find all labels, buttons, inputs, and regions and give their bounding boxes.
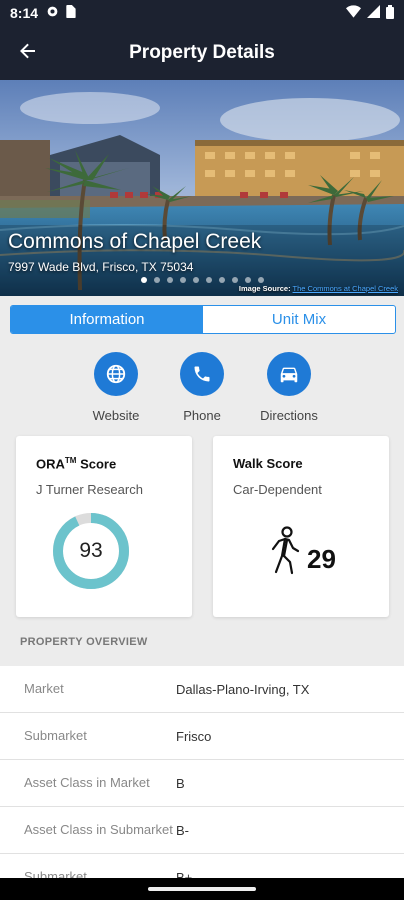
section-title-overview: PROPERTY OVERVIEW xyxy=(20,636,148,648)
battery-icon xyxy=(386,4,394,22)
status-time: 8:14 xyxy=(10,5,39,21)
signal-icon xyxy=(367,5,380,21)
row-value: Dallas-Plano-Irving, TX xyxy=(176,681,310,697)
property-name: Commons of Chapel Creek xyxy=(8,230,262,253)
directions-button[interactable]: Directions xyxy=(244,352,334,423)
status-bar: 8:14 xyxy=(0,0,404,26)
website-button[interactable]: Website xyxy=(71,352,161,423)
arrow-left-icon xyxy=(19,42,37,65)
ora-score-title: ORATM Score xyxy=(36,456,116,471)
page-title: Property Details xyxy=(129,42,275,63)
walk-score-title: Walk Score xyxy=(233,456,303,471)
row-key: Market xyxy=(24,681,64,696)
walk-score-category: Car-Dependent xyxy=(233,482,322,497)
gear-icon xyxy=(46,5,59,21)
carousel-dot[interactable] xyxy=(166,277,173,283)
walk-score-card[interactable]: Walk Score Car-Dependent 29 xyxy=(213,436,389,617)
tab-unit-mix[interactable]: Unit Mix xyxy=(203,306,395,333)
website-label: Website xyxy=(92,408,140,423)
row-value: B- xyxy=(176,822,189,838)
phone-button[interactable]: Phone xyxy=(157,352,247,423)
car-icon xyxy=(267,352,311,396)
phone-icon xyxy=(180,352,224,396)
phone-label: Phone xyxy=(183,408,221,423)
carousel-dot[interactable] xyxy=(244,277,251,283)
table-row: Submarket Frisco xyxy=(0,713,404,760)
segmented-tabs: Information Unit Mix xyxy=(10,305,396,334)
back-button[interactable] xyxy=(14,39,42,67)
property-address: 7997 Wade Blvd, Frisco, TX 75034 xyxy=(8,260,194,274)
home-gesture-handle[interactable] xyxy=(148,887,256,891)
directions-label: Directions xyxy=(260,408,318,423)
carousel-dot[interactable] xyxy=(153,277,160,283)
system-nav-bar xyxy=(0,878,404,900)
row-key: Submarket xyxy=(24,728,87,743)
ora-score-card[interactable]: ORATM Score J Turner Research 93 xyxy=(16,436,192,617)
globe-icon xyxy=(94,352,138,396)
table-row: Market Dallas-Plano-Irving, TX xyxy=(0,666,404,713)
image-source: Image Source: The Commons at Chapel Cree… xyxy=(239,284,398,293)
ora-title-suffix: Score xyxy=(76,456,117,472)
action-buttons: Website Phone Directions xyxy=(0,352,404,432)
tab-information[interactable]: Information xyxy=(11,306,203,333)
carousel-dot[interactable] xyxy=(179,277,186,283)
carousel-indicator xyxy=(0,277,404,283)
ora-score-source: J Turner Research xyxy=(36,482,143,497)
row-value: B xyxy=(176,775,185,791)
sim-card-icon xyxy=(65,5,76,21)
carousel-dot[interactable] xyxy=(231,277,238,283)
row-key: Asset Class in Submarket xyxy=(24,822,173,837)
carousel-dot[interactable] xyxy=(218,277,225,283)
row-value: Frisco xyxy=(176,728,212,744)
table-row: Asset Class in Market B xyxy=(0,760,404,807)
carousel-dot[interactable] xyxy=(192,277,199,283)
image-source-link[interactable]: The Commons at Chapel Creek xyxy=(293,284,398,293)
ora-score-value: 93 xyxy=(79,539,103,562)
property-overview-table: Market Dallas-Plano-Irving, TX Submarket… xyxy=(0,666,404,900)
table-row: Asset Class in Submarket B- xyxy=(0,807,404,854)
carousel-dot[interactable] xyxy=(140,277,147,283)
carousel-dot[interactable] xyxy=(257,277,264,283)
property-photo-carousel[interactable]: Commons of Chapel Creek 7997 Wade Blvd, … xyxy=(0,80,404,296)
app-bar: Property Details xyxy=(0,26,404,80)
pedestrian-icon xyxy=(271,526,300,575)
walk-score-value: 29 xyxy=(307,544,336,574)
row-key: Asset Class in Market xyxy=(24,775,150,790)
ora-title-text: ORA xyxy=(36,456,65,472)
ora-title-sup: TM xyxy=(64,456,77,465)
image-source-label: Image Source: xyxy=(238,284,291,293)
carousel-dot[interactable] xyxy=(205,277,212,283)
wifi-icon xyxy=(346,5,361,21)
